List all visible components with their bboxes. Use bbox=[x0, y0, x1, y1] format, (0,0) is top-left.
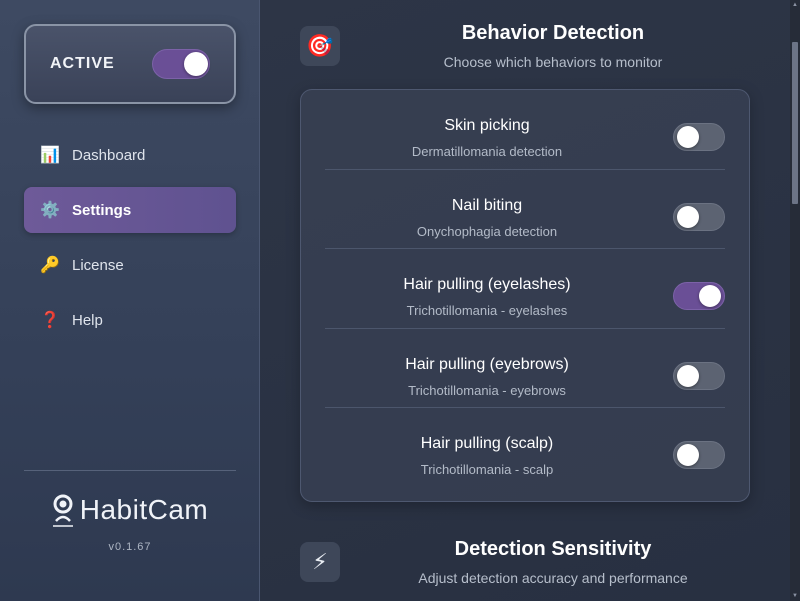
toggle-knob bbox=[677, 126, 699, 148]
behavior-row-nail-biting: Nail biting Onychophagia detection bbox=[325, 170, 725, 249]
hair-pulling-eyelashes-toggle[interactable] bbox=[673, 282, 725, 310]
behavior-subtitle: Trichotillomania - scalp bbox=[420, 462, 554, 477]
sidebar: ACTIVE 📊 Dashboard ⚙️ Settings 🔑 License… bbox=[0, 0, 260, 601]
sidebar-item-label: Settings bbox=[72, 201, 132, 219]
sidebar-divider bbox=[24, 470, 236, 471]
behavior-subtitle: Dermatillomania detection bbox=[411, 144, 563, 159]
target-icon: 🎯 bbox=[300, 26, 340, 66]
version-label: v0.1.67 bbox=[108, 541, 152, 553]
logo: HabitCam bbox=[0, 492, 260, 533]
behavior-title: Nail biting bbox=[451, 196, 523, 214]
behavior-subtitle: Onychophagia detection bbox=[416, 223, 558, 239]
behavior-title: Hair pulling (scalp) bbox=[420, 435, 554, 452]
sidebar-item-label: Help bbox=[72, 311, 103, 329]
behavior-row-hair-pulling-eyelashes: Hair pulling (eyelashes) Trichotillomani… bbox=[325, 249, 725, 329]
sidebar-item-label: License bbox=[72, 256, 124, 274]
logo-mark-icon bbox=[52, 494, 73, 527]
behavior-card: Skin picking Dermatillomania detection N… bbox=[300, 89, 750, 502]
toggle-knob bbox=[677, 364, 699, 387]
scroll-down-arrow-icon[interactable]: ▼ bbox=[790, 591, 800, 601]
toggle-knob bbox=[677, 205, 699, 228]
key-icon: 🔑 bbox=[40, 257, 60, 274]
nail-biting-toggle[interactable] bbox=[673, 202, 725, 231]
chart-icon: 📊 bbox=[40, 147, 60, 164]
sidebar-item-settings[interactable]: ⚙️ Settings bbox=[24, 187, 236, 233]
logo-text: HabitCam bbox=[79, 494, 209, 525]
sidebar-item-label: Dashboard bbox=[72, 146, 146, 164]
active-status-card: ACTIVE bbox=[24, 24, 236, 104]
section-title: Behavior Detection bbox=[461, 22, 645, 44]
sidebar-item-license[interactable]: 🔑 License bbox=[24, 242, 236, 288]
lightning-icon: ⚡ bbox=[300, 542, 340, 582]
behavior-subtitle: Trichotillomania - eyebrows bbox=[408, 382, 566, 398]
section-title: Detection Sensitivity bbox=[454, 538, 652, 560]
behavior-title: Hair pulling (eyelashes) bbox=[403, 276, 571, 293]
section-subtitle: Choose which behaviors to monitor bbox=[443, 54, 663, 70]
active-label: ACTIVE bbox=[50, 55, 115, 72]
behavior-subtitle: Trichotillomania - eyelashes bbox=[406, 303, 568, 318]
behavior-row-hair-pulling-scalp: Hair pulling (scalp) Trichotillomania - … bbox=[325, 408, 725, 488]
behavior-row-hair-pulling-eyebrows: Hair pulling (eyebrows) Trichotillomania… bbox=[325, 329, 725, 408]
scroll-thumb[interactable] bbox=[792, 42, 798, 204]
scroll-up-arrow-icon[interactable]: ▲ bbox=[790, 0, 800, 10]
behavior-title: Skin picking bbox=[444, 117, 530, 134]
section-subtitle: Adjust detection accuracy and performanc… bbox=[418, 570, 688, 586]
toggle-knob bbox=[184, 52, 208, 76]
main-content: 🎯 Behavior Detection Choose which behavi… bbox=[260, 0, 790, 601]
hair-pulling-scalp-toggle[interactable] bbox=[673, 441, 725, 469]
active-toggle[interactable] bbox=[152, 49, 210, 79]
sidebar-nav: 📊 Dashboard ⚙️ Settings 🔑 License ❓ Help bbox=[24, 132, 236, 352]
toggle-knob bbox=[699, 285, 721, 307]
behavior-title: Hair pulling (eyebrows) bbox=[405, 355, 569, 373]
sidebar-item-dashboard[interactable]: 📊 Dashboard bbox=[24, 132, 236, 178]
sidebar-item-help[interactable]: ❓ Help bbox=[24, 297, 236, 343]
question-icon: ❓ bbox=[40, 312, 60, 329]
hair-pulling-eyebrows-toggle[interactable] bbox=[673, 361, 725, 390]
skin-picking-toggle[interactable] bbox=[673, 123, 725, 151]
scrollbar[interactable]: ▲ ▼ bbox=[790, 0, 800, 601]
toggle-knob bbox=[677, 444, 699, 466]
gear-icon: ⚙️ bbox=[40, 202, 60, 219]
behavior-row-skin-picking: Skin picking Dermatillomania detection bbox=[325, 90, 725, 170]
